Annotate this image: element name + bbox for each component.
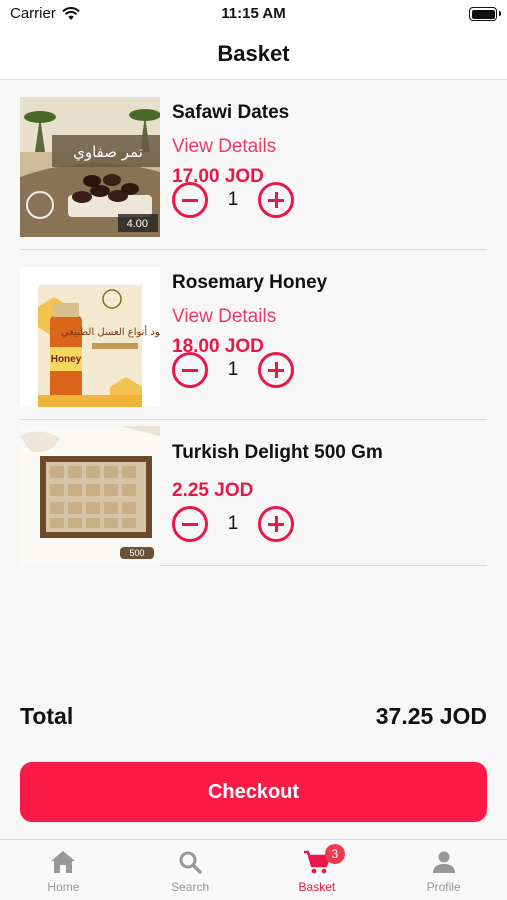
status-bar: Carrier 11:15 AM: [0, 0, 507, 28]
nav-bar: Basket: [0, 28, 507, 80]
item-info: Rosemary Honey View Details 18.00 JOD: [172, 272, 327, 360]
basket-total: Total 37.25 JOD: [20, 703, 487, 730]
increase-quantity-button[interactable]: [258, 182, 294, 218]
svg-text:تمر صفاوي: تمر صفاوي: [73, 143, 143, 162]
basket-list: تمر صفاوي 4.00 Safawi Dates View Details…: [0, 80, 507, 566]
tab-profile[interactable]: Profile: [380, 840, 507, 900]
checkout-button[interactable]: Checkout: [20, 762, 487, 822]
decrease-quantity-button[interactable]: [172, 352, 208, 388]
search-icon: [179, 851, 202, 874]
item-info: Turkish Delight 500 Gm 2.25 JOD: [172, 442, 383, 504]
basket-item: تمر صفاوي 4.00 Safawi Dates View Details…: [20, 80, 487, 250]
tab-search[interactable]: Search: [127, 840, 254, 900]
item-name: Turkish Delight 500 Gm: [172, 442, 383, 463]
clock: 11:15 AM: [221, 5, 286, 22]
tab-profile-label: Profile: [426, 880, 461, 894]
increase-quantity-button[interactable]: [258, 506, 294, 542]
quantity-value: 1: [227, 513, 239, 534]
svg-text:أجود أنواع العسل الطبيعي: أجود أنواع العسل الطبيعي: [61, 325, 160, 338]
basket-item: Honey أجود أنواع العسل الطبيعي Rosemary …: [20, 250, 487, 420]
page-title: Basket: [217, 40, 290, 66]
tab-bar: Home Search 3 Basket Profile: [0, 839, 507, 900]
quantity-value: 1: [227, 189, 239, 210]
svg-text:4.00: 4.00: [127, 218, 148, 230]
quantity-value: 1: [227, 359, 239, 380]
increase-quantity-button[interactable]: [258, 352, 294, 388]
total-label: Total: [20, 703, 74, 729]
view-details-link[interactable]: View Details: [172, 306, 327, 330]
tab-home[interactable]: Home: [0, 840, 127, 900]
person-icon: [432, 851, 455, 873]
product-image-turkish-delight[interactable]: 500: [20, 426, 160, 566]
svg-text:Honey: Honey: [51, 354, 82, 365]
home-icon: [51, 851, 76, 873]
quantity-stepper: 1: [172, 182, 294, 218]
tab-basket-label: Basket: [298, 880, 336, 894]
item-name: Safawi Dates: [172, 102, 290, 123]
tab-search-label: Search: [171, 880, 210, 894]
decrease-quantity-button[interactable]: [172, 182, 208, 218]
quantity-stepper: 1: [172, 352, 294, 388]
item-info: Safawi Dates View Details 17.00 JOD: [172, 102, 289, 190]
quantity-stepper: 1: [172, 506, 294, 542]
basket-count-badge: 3: [324, 844, 345, 864]
svg-text:500: 500: [129, 548, 144, 558]
tab-home-label: Home: [47, 880, 80, 894]
total-value: 37.25 JOD: [375, 703, 487, 729]
product-image-rosemary-honey[interactable]: Honey أجود أنواع العسل الطبيعي: [20, 267, 160, 407]
item-price: 2.25 JOD: [172, 480, 254, 501]
decrease-quantity-button[interactable]: [172, 506, 208, 542]
item-name: Rosemary Honey: [172, 272, 328, 293]
product-image-safawi-dates[interactable]: تمر صفاوي 4.00: [20, 97, 160, 237]
basket-item: 500 Turkish Delight 500 Gm 2.25 JOD 1: [20, 420, 487, 566]
battery-icon: [469, 7, 501, 21]
tab-basket[interactable]: 3 Basket: [254, 840, 381, 900]
view-details-link[interactable]: View Details: [172, 136, 289, 160]
